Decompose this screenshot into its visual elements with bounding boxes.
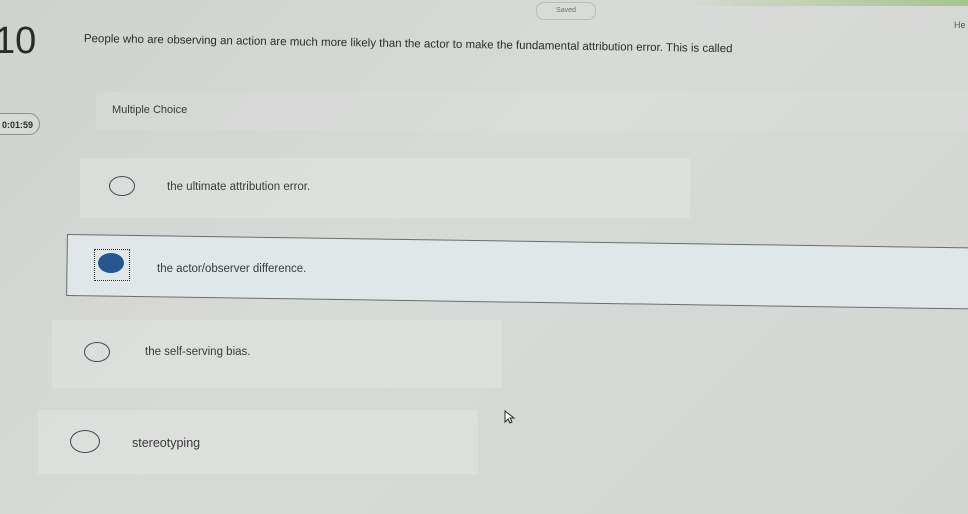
radio-button-option-1[interactable] (109, 176, 135, 196)
answer-option-2-label: the actor/observer difference. (157, 263, 307, 275)
radio-button-option-3[interactable] (84, 342, 110, 362)
mouse-pointer-icon (504, 410, 516, 424)
answer-option-3[interactable] (52, 320, 502, 388)
question-type-label: Multiple Choice (112, 104, 188, 116)
question-number: 10 (0, 20, 37, 62)
question-prompt: People who are observing an action are m… (83, 33, 733, 56)
question-type-band (96, 92, 968, 130)
saved-status-badge: Saved (536, 2, 596, 20)
radio-button-option-4[interactable] (70, 430, 100, 453)
answer-option-4[interactable] (38, 410, 478, 474)
answer-option-1-label: the ultimate attribution error. (167, 181, 311, 193)
timer-badge: 0:01:59 (0, 113, 40, 135)
answer-option-3-label: the self-serving bias. (145, 346, 251, 358)
help-link[interactable]: He (954, 20, 966, 30)
top-accent-bar (0, 0, 968, 6)
radio-button-option-2-selected[interactable] (98, 253, 124, 273)
answer-option-4-label: stereotyping (132, 436, 201, 450)
